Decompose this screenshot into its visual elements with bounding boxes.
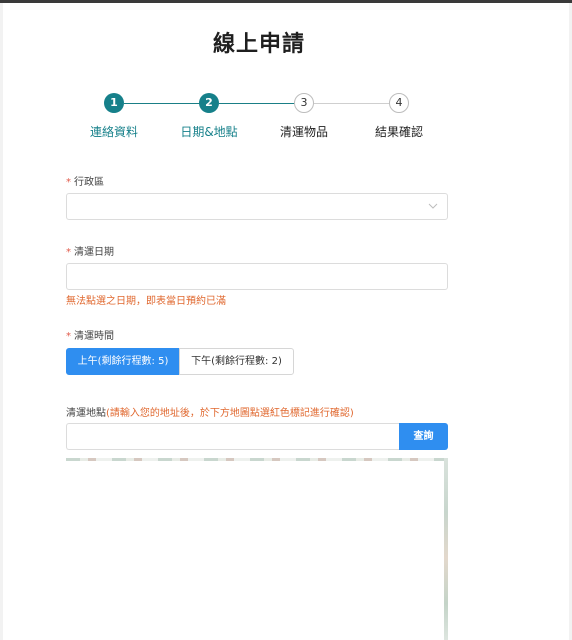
step-4-label: 結果確認 xyxy=(374,125,423,139)
step-2-label: 日期&地點 xyxy=(180,125,238,139)
step-3-circle: 3 xyxy=(294,93,314,113)
date-label-text: 清運日期 xyxy=(74,247,114,258)
step-1-circle: 1 xyxy=(104,93,124,113)
map-tile-strip xyxy=(66,458,448,461)
step-3-label: 清運物品 xyxy=(279,125,328,139)
date-label: * 清運日期 xyxy=(66,243,114,258)
address-hint: (請輸入您的地址後，於下方地圖點選紅色標記進行確認) xyxy=(106,408,354,419)
required-mark: * xyxy=(66,331,71,342)
step-2-circle: 2 xyxy=(199,93,219,113)
district-label: * 行政區 xyxy=(66,173,104,188)
address-search-button[interactable]: 查詢 xyxy=(399,423,448,450)
date-input[interactable] xyxy=(66,263,448,290)
time-option-afternoon[interactable]: 下午(剩餘行程數: 2) xyxy=(179,348,294,375)
application-card: 線上申請 1 2 3 4 連絡資料 日期&地點 清運物品 結果確認 * 行政區 *… xyxy=(3,3,569,640)
step-4-circle: 4 xyxy=(389,93,409,113)
time-label: * 清運時間 xyxy=(66,327,114,342)
district-select[interactable] xyxy=(66,193,448,220)
address-label-text: 清運地點 xyxy=(66,408,106,419)
step-connector-1 xyxy=(124,103,207,104)
required-mark: * xyxy=(66,177,71,188)
chevron-down-icon xyxy=(428,203,438,209)
date-error-message: 無法點選之日期，即表當日預約已滿 xyxy=(66,296,226,307)
step-connector-3 xyxy=(314,103,393,104)
map-area[interactable] xyxy=(66,458,448,640)
page-title: 線上申請 xyxy=(212,32,305,57)
address-input[interactable] xyxy=(66,423,400,450)
step-connector-2 xyxy=(219,103,299,104)
required-mark: * xyxy=(66,247,71,258)
step-1-label: 連絡資料 xyxy=(89,125,138,139)
time-option-morning[interactable]: 上午(剩餘行程數: 5) xyxy=(66,348,180,375)
district-label-text: 行政區 xyxy=(74,177,104,188)
time-label-text: 清運時間 xyxy=(74,331,114,342)
address-label: 清運地點(請輸入您的地址後，於下方地圖點選紅色標記進行確認) xyxy=(66,404,354,419)
map-tile-edge xyxy=(444,458,448,640)
